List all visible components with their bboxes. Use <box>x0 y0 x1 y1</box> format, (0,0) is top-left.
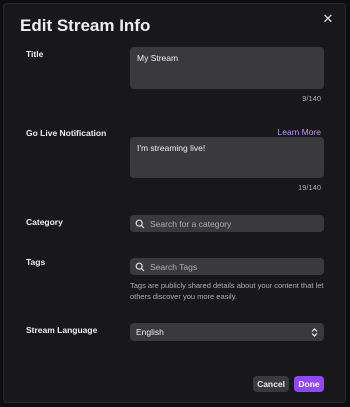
chevron-updown-icon <box>311 327 318 337</box>
cancel-button[interactable]: Cancel <box>253 376 289 392</box>
search-icon <box>135 262 145 271</box>
title-counter: 9/140 <box>302 94 321 103</box>
go-live-counter: 19/140 <box>298 183 321 192</box>
category-search-input[interactable]: Search for a category <box>130 215 324 232</box>
dialog-title: Edit Stream Info <box>20 16 151 35</box>
tags-label: Tags <box>26 257 46 267</box>
close-icon[interactable]: ✕ <box>321 11 335 26</box>
search-icon <box>135 219 145 228</box>
done-button[interactable]: Done <box>294 376 324 392</box>
stream-language-label: Stream Language <box>26 325 98 335</box>
title-field[interactable]: My Stream <box>130 47 324 89</box>
category-placeholder: Search for a category <box>150 218 232 229</box>
tags-search-input[interactable]: Search Tags <box>130 258 324 275</box>
stream-language-value: English <box>136 327 164 337</box>
category-label: Category <box>26 217 63 227</box>
edit-stream-info-dialog: Edit Stream Info ✕ Title My Stream 9/140… <box>3 3 346 403</box>
tags-placeholder: Search Tags <box>150 261 198 272</box>
go-live-label: Go Live Notification <box>26 128 107 138</box>
tags-helper-text: Tags are publicly shared details about y… <box>130 281 324 301</box>
go-live-field[interactable]: I'm streaming live! <box>130 137 324 178</box>
learn-more-link[interactable]: Learn More <box>278 127 321 137</box>
stream-language-select[interactable]: English <box>130 323 324 341</box>
title-label: Title <box>26 49 44 59</box>
